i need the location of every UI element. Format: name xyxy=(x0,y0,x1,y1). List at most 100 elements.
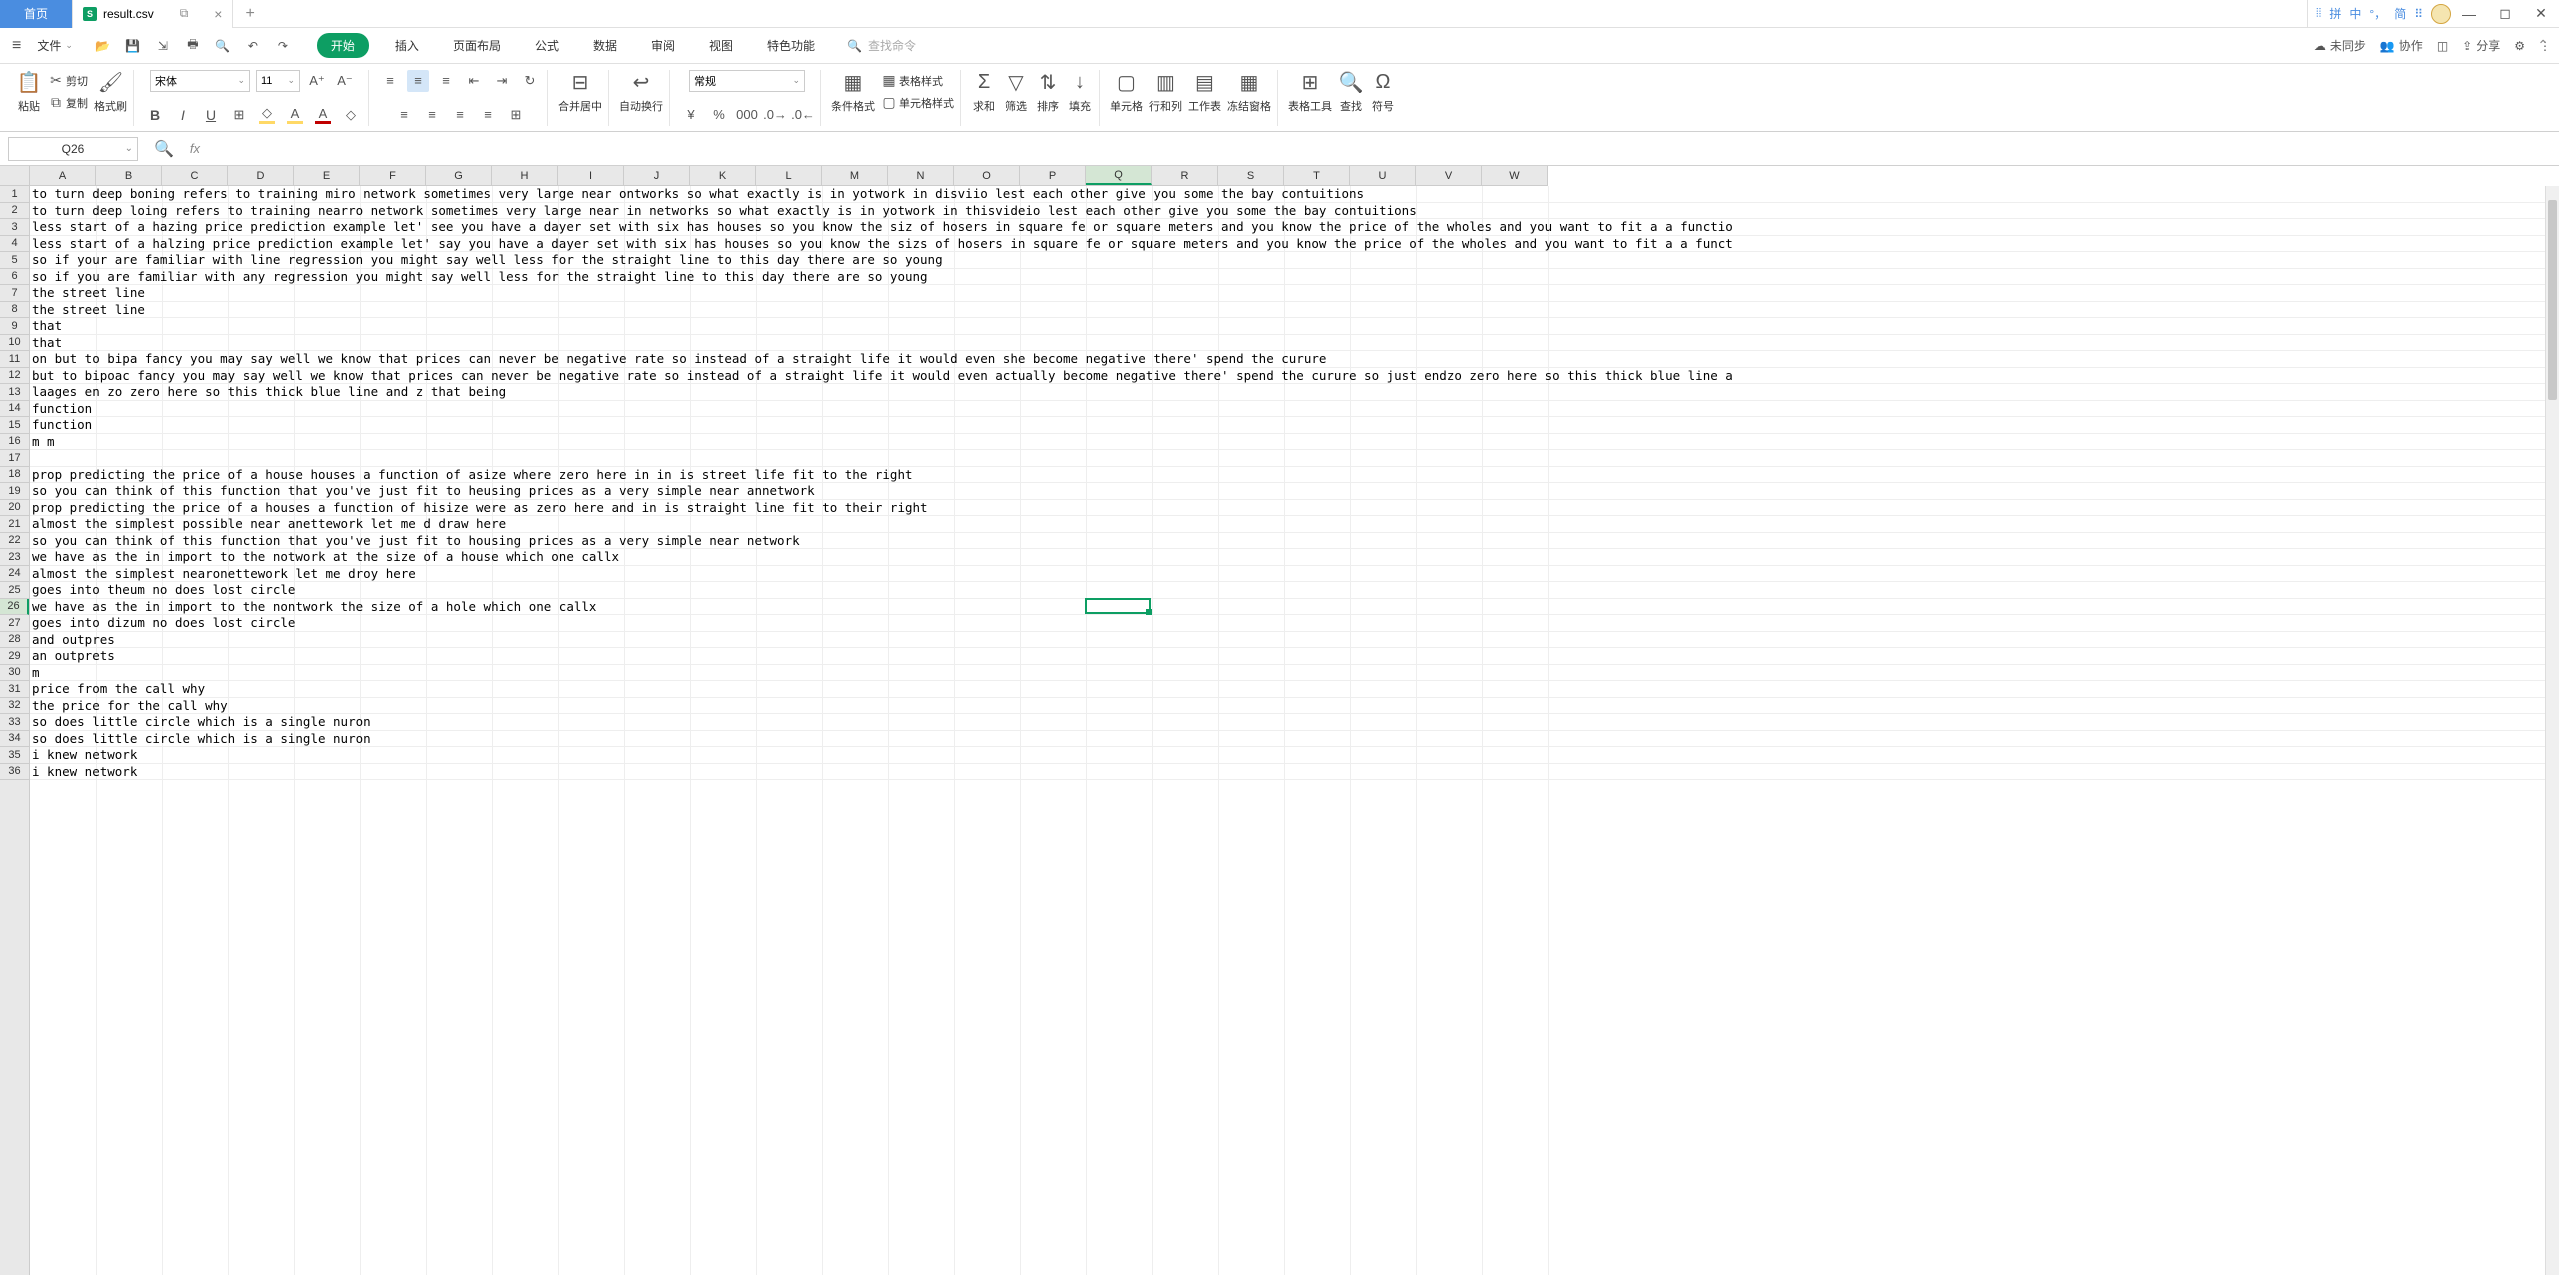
align-middle-icon[interactable]: ≡ xyxy=(407,70,429,92)
column-header-U[interactable]: U xyxy=(1350,166,1416,185)
column-header-J[interactable]: J xyxy=(624,166,690,185)
merge-button[interactable]: ⊟合并居中 xyxy=(558,70,602,114)
cell-A18[interactable]: prop predicting the price of a house hou… xyxy=(32,467,913,484)
column-header-P[interactable]: P xyxy=(1020,166,1086,185)
hamburger-icon[interactable]: ≡ xyxy=(8,37,25,55)
column-header-T[interactable]: T xyxy=(1284,166,1350,185)
row-header-24[interactable]: 24 xyxy=(0,566,29,583)
row-header-23[interactable]: 23 xyxy=(0,549,29,566)
sort-button[interactable]: ⇅排序 xyxy=(1035,70,1061,114)
open-icon[interactable]: 📂 xyxy=(93,36,113,56)
cell-A31[interactable]: price from the call why xyxy=(32,681,205,698)
border-button[interactable]: ⊞ xyxy=(228,104,250,126)
row-header-36[interactable]: 36 xyxy=(0,764,29,781)
format-painter-button[interactable]: 🖌 格式刷 xyxy=(94,70,127,114)
fill-color-button[interactable]: ◇ xyxy=(256,104,278,126)
row-header-34[interactable]: 34 xyxy=(0,731,29,748)
increase-decimal-icon[interactable]: .0→ xyxy=(764,104,786,126)
cond-fmt-button[interactable]: ▦条件格式 xyxy=(831,70,875,114)
italic-button[interactable]: I xyxy=(172,104,194,126)
distribute-icon[interactable]: ⊞ xyxy=(505,104,527,126)
cell-style-button[interactable]: ▢单元格样式 xyxy=(881,95,954,111)
row-header-6[interactable]: 6 xyxy=(0,269,29,286)
preview-icon[interactable]: 🔍 xyxy=(213,36,233,56)
row-header-5[interactable]: 5 xyxy=(0,252,29,269)
scrollbar-thumb[interactable] xyxy=(2548,200,2557,400)
cell-A33[interactable]: so does little circle which is a single … xyxy=(32,714,371,731)
row-header-30[interactable]: 30 xyxy=(0,665,29,682)
cell-A35[interactable]: i knew network xyxy=(32,747,137,764)
row-header-27[interactable]: 27 xyxy=(0,615,29,632)
column-header-F[interactable]: F xyxy=(360,166,426,185)
zoom-icon[interactable]: 🔍 xyxy=(148,139,180,159)
cell-A6[interactable]: so if you are familiar with any regressi… xyxy=(32,269,928,286)
cut-button[interactable]: ✂剪切 xyxy=(48,73,88,89)
paste-button[interactable]: 📋 粘贴 xyxy=(16,70,42,114)
cell-A2[interactable]: to turn deep loing refers to training ne… xyxy=(32,203,1417,220)
export-icon[interactable]: ⇲ xyxy=(153,36,173,56)
cell-A30[interactable]: m xyxy=(32,665,40,682)
row-header-26[interactable]: 26 xyxy=(0,599,29,616)
comma-icon[interactable]: 000 xyxy=(736,104,758,126)
file-menu[interactable]: 文件 ⌄ xyxy=(29,37,81,54)
cell-A26[interactable]: we have as the in import to the nontwork… xyxy=(32,599,596,616)
row-header-11[interactable]: 11 xyxy=(0,351,29,368)
find-button[interactable]: 🔍查找 xyxy=(1338,70,1364,114)
save-icon[interactable]: 💾 xyxy=(123,36,143,56)
filter-button[interactable]: ▽筛选 xyxy=(1003,70,1029,114)
print-icon[interactable]: 🖶 xyxy=(183,36,203,56)
align-left-icon[interactable]: ≡ xyxy=(393,104,415,126)
row-header-8[interactable]: 8 xyxy=(0,302,29,319)
row-header-3[interactable]: 3 xyxy=(0,219,29,236)
tab-data[interactable]: 数据 xyxy=(585,33,625,58)
fill-handle[interactable] xyxy=(1146,609,1152,615)
formula-input[interactable] xyxy=(210,138,2551,160)
cell-A14[interactable]: function xyxy=(32,401,92,418)
share-button[interactable]: ⇪分享 xyxy=(2462,37,2500,54)
column-header-O[interactable]: O xyxy=(954,166,1020,185)
indent-increase-icon[interactable]: ⇥ xyxy=(491,70,513,92)
cell-A19[interactable]: so you can think of this function that y… xyxy=(32,483,815,500)
cell-A20[interactable]: prop predicting the price of a houses a … xyxy=(32,500,928,517)
cell-A22[interactable]: so you can think of this function that y… xyxy=(32,533,800,550)
redo-icon[interactable]: ↷ xyxy=(273,36,293,56)
underline-button[interactable]: U xyxy=(200,104,222,126)
cell-A34[interactable]: so does little circle which is a single … xyxy=(32,731,371,748)
bold-button[interactable]: B xyxy=(144,104,166,126)
font-size-select[interactable]: 11⌄ xyxy=(256,70,300,92)
shrink-font-icon[interactable]: A⁻ xyxy=(334,70,356,92)
cell-A3[interactable]: less start of a hazing price prediction … xyxy=(32,219,1733,236)
cell-A5[interactable]: so if your are familiar with line regres… xyxy=(32,252,943,269)
column-header-D[interactable]: D xyxy=(228,166,294,185)
column-header-N[interactable]: N xyxy=(888,166,954,185)
settings-icon[interactable]: ⚙ xyxy=(2514,39,2525,53)
cell-A11[interactable]: on but to bipa fancy you may say well we… xyxy=(32,351,1326,368)
column-header-C[interactable]: C xyxy=(162,166,228,185)
tab-layout[interactable]: 页面布局 xyxy=(445,33,509,58)
tab-review[interactable]: 审阅 xyxy=(643,33,683,58)
decrease-decimal-icon[interactable]: .0← xyxy=(792,104,814,126)
row-header-1[interactable]: 1 xyxy=(0,186,29,203)
tools-button[interactable]: ⊞表格工具 xyxy=(1288,70,1332,114)
row-header-32[interactable]: 32 xyxy=(0,698,29,715)
vertical-scrollbar[interactable] xyxy=(2545,186,2559,1275)
align-justify-icon[interactable]: ≡ xyxy=(477,104,499,126)
row-header-20[interactable]: 20 xyxy=(0,500,29,517)
row-header-28[interactable]: 28 xyxy=(0,632,29,649)
number-format-select[interactable]: 常规⌄ xyxy=(689,70,805,92)
wrap-button[interactable]: ↩自动换行 xyxy=(619,70,663,114)
column-header-W[interactable]: W xyxy=(1482,166,1548,185)
row-header-15[interactable]: 15 xyxy=(0,417,29,434)
column-header-L[interactable]: L xyxy=(756,166,822,185)
close-button[interactable]: ✕ xyxy=(2523,0,2559,28)
highlight-button[interactable]: A xyxy=(284,104,306,126)
cell-A29[interactable]: an outprets xyxy=(32,648,115,665)
cell-button[interactable]: ▢单元格 xyxy=(1110,70,1143,114)
maximize-button[interactable]: ◻ xyxy=(2487,0,2523,28)
column-header-Q[interactable]: Q xyxy=(1086,166,1152,185)
row-header-7[interactable]: 7 xyxy=(0,285,29,302)
cell-A7[interactable]: the street line xyxy=(32,285,145,302)
row-header-29[interactable]: 29 xyxy=(0,648,29,665)
undo-icon[interactable]: ↶ xyxy=(243,36,263,56)
row-header-9[interactable]: 9 xyxy=(0,318,29,335)
